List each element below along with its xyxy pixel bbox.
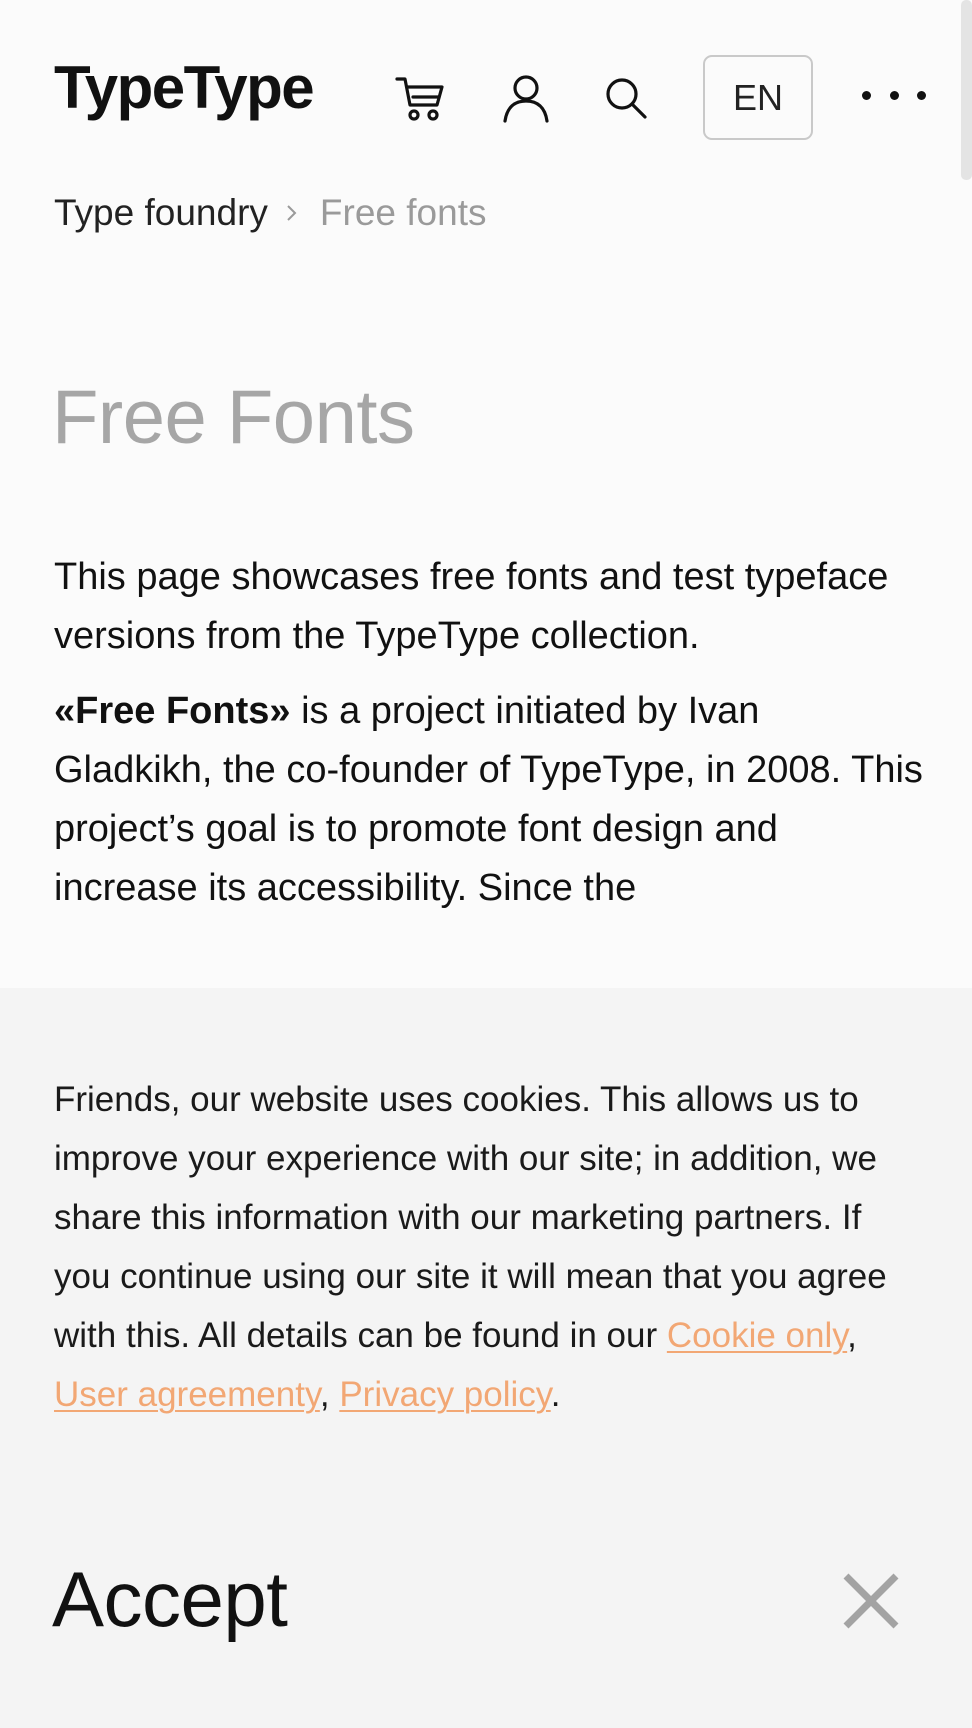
more-dot <box>889 90 899 100</box>
language-selector[interactable]: EN <box>703 55 813 140</box>
user-agreement-link[interactable]: User agreementy <box>54 1375 320 1414</box>
privacy-policy-link[interactable]: Privacy policy <box>339 1375 550 1414</box>
cart-icon <box>395 77 444 121</box>
project-name: «Free Fonts» <box>54 690 291 732</box>
scrollbar[interactable] <box>961 0 972 180</box>
search-icon <box>606 78 647 119</box>
page: TypeType EN Type foundry Free fonts Free… <box>0 0 972 1728</box>
cookie-message: Friends, our website uses cookies. This … <box>54 1080 887 1355</box>
page-title: Free Fonts <box>52 375 415 460</box>
more-menu-button[interactable] <box>862 80 926 110</box>
account-button[interactable] <box>498 70 554 126</box>
close-banner-button[interactable] <box>838 1568 904 1634</box>
close-icon <box>843 1573 899 1629</box>
more-dots-icon <box>862 90 871 100</box>
search-button[interactable] <box>598 70 654 126</box>
site-header: TypeType EN <box>0 0 972 170</box>
breadcrumb-current: Free fonts <box>319 192 487 233</box>
breadcrumb: Type foundry Free fonts <box>54 192 486 234</box>
logo[interactable]: TypeType <box>54 58 315 118</box>
user-icon <box>503 75 549 123</box>
cookie-text: Friends, our website uses cookies. This … <box>54 1070 924 1424</box>
cookie-end: . <box>550 1375 561 1414</box>
chevron-right-icon <box>286 203 298 223</box>
intro-text: This page showcases free fonts and test … <box>54 548 924 934</box>
intro-paragraph: This page showcases free fonts and test … <box>54 556 889 657</box>
cart-button[interactable] <box>392 70 448 126</box>
cookie-separator-2: , <box>319 1375 330 1414</box>
project-paragraph: «Free Fonts» is a project initiated by I… <box>54 682 924 918</box>
accept-cookies-button[interactable]: Accept <box>52 1560 288 1638</box>
cookie-only-link[interactable]: Cookie only <box>667 1316 847 1355</box>
cookie-separator: , <box>847 1316 857 1355</box>
more-dot <box>917 90 926 100</box>
breadcrumb-type-foundry[interactable]: Type foundry <box>54 192 268 234</box>
